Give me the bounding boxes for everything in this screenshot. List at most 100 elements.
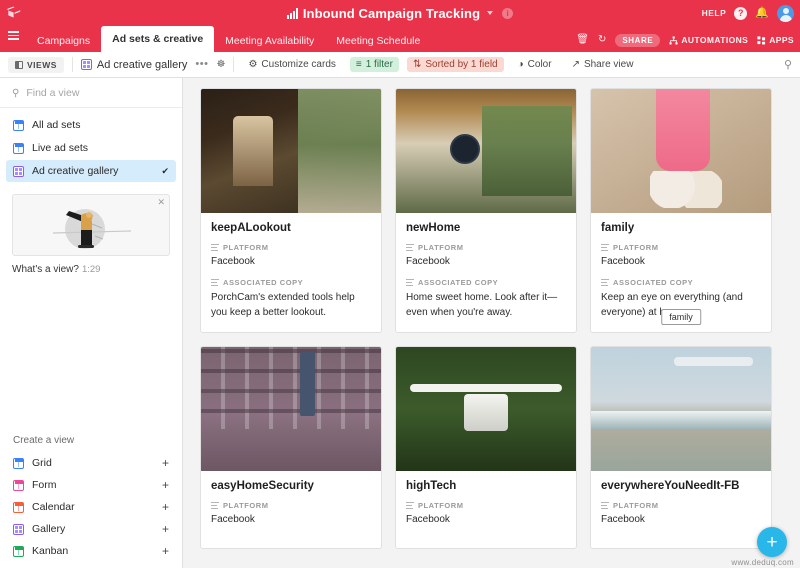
gallery-card[interactable]: family PLATFORM Facebook ASSOCIATED COPY… [590,88,772,333]
gallery-card[interactable]: everywhereYouNeedIt-FB PLATFORM Facebook [590,346,772,549]
history-icon[interactable]: ↻ [598,35,606,45]
airtable-logo-icon[interactable] [0,0,26,26]
card-title: newHome [406,222,461,234]
calendar-view-icon [13,501,24,513]
create-view-form[interactable]: Form + [6,474,176,496]
avatar[interactable] [777,4,794,22]
filter-button[interactable]: ≡ 1 filter [349,57,399,72]
long-text-field-icon [601,244,609,252]
sort-button[interactable]: ⇅ Sorted by 1 field [406,57,504,72]
field-label-copy: ASSOCIATED COPY [406,278,566,287]
card-image [201,89,381,213]
gallery-card[interactable]: highTech PLATFORM Facebook [395,346,577,549]
collaborators-icon[interactable]: ☸ [216,59,225,70]
toolbar-divider [71,57,73,72]
card-body: keepALookout PLATFORM Facebook ASSOCIATE… [201,213,381,332]
gallery-card[interactable]: easyHomeSecurity PLATFORM Facebook [200,346,382,549]
create-view-gallery[interactable]: Gallery + [6,518,176,540]
current-view-button[interactable]: Ad creative gallery [80,59,187,71]
search-icon[interactable]: ⚲ [784,58,792,71]
customize-cards-label: Customize cards [261,59,336,70]
tab-ad-sets-and-creative[interactable]: Ad sets & creative [101,26,215,52]
share-view-button[interactable]: ↗ Share view [566,57,640,72]
add-record-button[interactable]: + [757,527,787,557]
tab-meeting-availability[interactable]: Meeting Availability [214,30,325,52]
create-view-kanban[interactable]: Kanban + [6,540,176,562]
search-icon: ⚲ [12,87,20,99]
card-platform-value: Facebook [211,256,255,267]
gallery-card[interactable]: keepALookout PLATFORM Facebook ASSOCIATE… [200,88,382,333]
customize-cards-button[interactable]: ⚙ Customize cards [242,57,341,72]
sidebar-item-label: Ad creative gallery [32,165,119,177]
close-icon[interactable]: ✕ [157,197,165,208]
video-thumbnail-illustration [52,209,132,249]
field-label-text: PLATFORM [613,501,659,510]
tab-campaigns[interactable]: Campaigns [26,30,101,52]
create-view-calendar[interactable]: Calendar + [6,496,176,518]
question-circle-icon[interactable]: ? [734,6,748,20]
ellipsis-icon[interactable]: ••• [195,59,208,70]
watermark: www.deduq.com [731,558,794,567]
base-title-group: Inbound Campaign Tracking i [0,0,800,26]
tab-meeting-schedule[interactable]: Meeting Schedule [325,30,431,52]
apps-label: APPS [769,35,794,46]
add-icon[interactable]: + [162,457,169,469]
share-button[interactable]: SHARE [615,33,661,47]
long-text-field-icon [211,244,219,252]
info-icon[interactable]: i [502,7,514,19]
tab-bar-actions: 🗑 ↻ SHARE AUTOMATIONS APPS [576,33,800,53]
long-text-field-icon [211,502,219,510]
card-image [396,89,576,213]
field-label-text: PLATFORM [613,243,659,252]
kanban-view-icon [13,545,24,557]
help-label[interactable]: HELP [702,8,727,18]
field-label-text: PLATFORM [418,243,464,252]
card-platform-value: Facebook [406,514,450,525]
grid-view-icon [13,142,24,154]
views-label: VIEWS [27,59,57,70]
hamburger-menu-icon[interactable] [0,26,26,52]
sidebar-item-label: All ad sets [32,119,81,131]
card-platform-value: Facebook [406,256,450,267]
sort-icon: ⇅ [412,59,422,70]
gallery-view-icon [13,523,24,535]
promo-caption[interactable]: What's a view? 1:29 [0,256,182,275]
sidebar-item-live-ad-sets[interactable]: Live ad sets [6,137,176,159]
add-icon[interactable]: + [162,479,169,491]
views-toggle-button[interactable]: VIEWS [8,56,64,73]
automations-button[interactable]: AUTOMATIONS [669,35,748,45]
field-label-platform: PLATFORM [211,501,371,510]
create-view-title: Create a view [13,435,75,446]
create-view-grid[interactable]: Grid + [6,452,176,474]
color-label: Color [527,59,552,70]
sidebar-item-ad-creative-gallery[interactable]: Ad creative gallery ✔ [6,160,176,182]
field-label-platform: PLATFORM [601,501,761,510]
create-view-label: Kanban [32,545,69,557]
card-tooltip-badge: family [661,309,701,325]
grid-view-icon [13,457,24,469]
chevron-down-icon[interactable] [487,11,494,15]
side-panel-icon [15,60,23,69]
view-toolbar: VIEWS Ad creative gallery ••• ☸ ⚙ Custom… [0,52,800,78]
add-icon[interactable]: + [162,545,169,557]
card-image [591,89,771,213]
apps-button[interactable]: APPS [757,35,794,45]
sidebar-item-all-ad-sets[interactable]: All ad sets [6,114,176,136]
filter-icon: ≡ [355,59,362,70]
form-view-icon [13,479,24,491]
card-platform-value: Facebook [211,514,255,525]
gallery-view-icon [13,165,24,177]
gear-icon: ⚙ [248,59,258,70]
add-icon[interactable]: + [162,501,169,513]
add-icon[interactable]: + [162,523,169,535]
promo-duration: 1:29 [81,264,101,275]
long-text-field-icon [601,279,609,287]
find-view-search[interactable]: ⚲ Find a view [0,78,182,108]
color-button[interactable]: ◑ Color [512,57,558,72]
promo-video-thumbnail[interactable]: ✕ [12,194,170,256]
toolbar-divider-2 [233,57,235,72]
card-title: easyHomeSecurity [211,480,314,492]
bell-icon[interactable]: 🔔 [755,7,769,19]
gallery-card[interactable]: newHome PLATFORM Facebook ASSOCIATED COP… [395,88,577,333]
trash-icon[interactable]: 🗑 [576,35,589,45]
